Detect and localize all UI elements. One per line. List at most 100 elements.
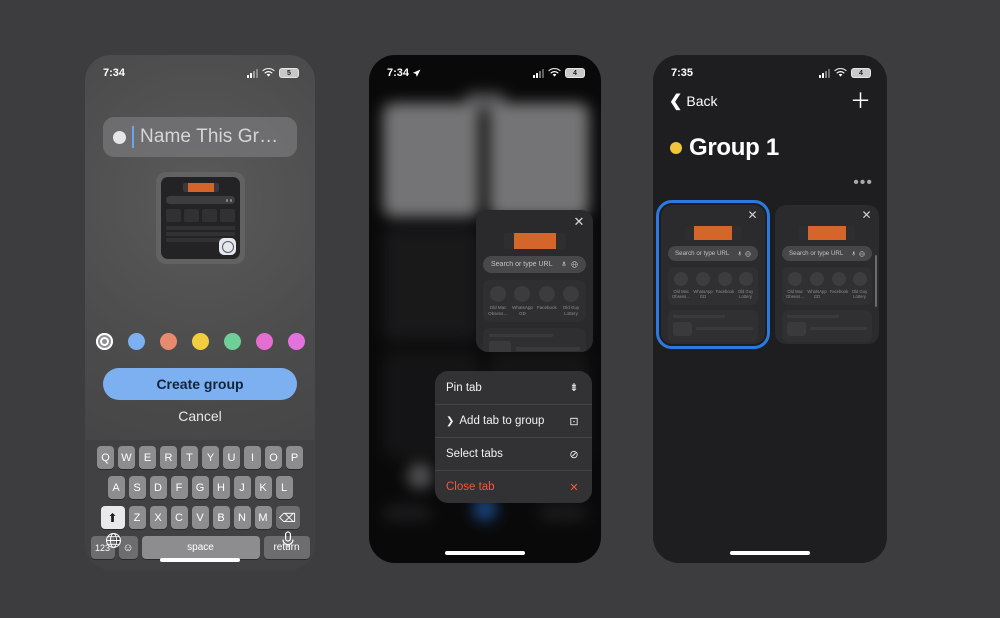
color-swatch-yellow[interactable] [191,333,209,350]
translate-icon [859,250,865,257]
key-t[interactable]: T [181,446,198,469]
microphone-icon [851,250,855,255]
create-group-button[interactable]: Create group [103,368,297,400]
favorite-item[interactable]: Old Mac Obsess… [672,272,690,300]
favorite-item[interactable]: Old Guy Lottery [851,272,868,300]
wifi-icon [548,68,561,77]
color-swatch-blue[interactable] [127,333,145,350]
favorite-label: WhatsApp GD [512,305,533,316]
key-a[interactable]: A [107,476,125,499]
wifi-icon [834,68,847,77]
microphone-icon[interactable] [281,531,295,549]
content-card [483,328,586,352]
focused-tab-preview[interactable]: ✕ Search or type URL Old Mac Obsess… Wha… [476,210,593,352]
key-j[interactable]: J [233,476,251,499]
key-u[interactable]: U [223,446,240,469]
key-l[interactable]: L [275,476,293,499]
key-d[interactable]: D [149,476,167,499]
tab-url-bar[interactable]: Search or type URL [668,246,758,261]
preview-url-bar[interactable]: Search or type URL [483,256,586,273]
status-left: 7:34 [103,67,125,79]
url-placeholder: Search or type URL [675,250,730,257]
favorite-item[interactable]: WhatsApp GD [807,272,827,300]
color-swatch-gray-selected[interactable] [95,333,113,350]
close-icon[interactable]: ✕ [572,215,586,229]
favorite-item[interactable]: Old Guy Lottery [737,272,754,300]
menu-item-label: Add tab to group [459,415,545,427]
keyboard-row-1: Q W E R T Y U I O P [88,446,312,469]
status-time: 7:35 [671,67,694,79]
favorite-item[interactable]: WhatsApp GD [693,272,713,300]
key-p[interactable]: P [286,446,303,469]
site-logo-icon [799,226,855,240]
key-k[interactable]: K [254,476,272,499]
tab-url-bar[interactable]: Search or type URL [782,246,872,261]
favicon [514,286,531,302]
plus-icon[interactable]: ＋ [850,91,871,112]
key-r[interactable]: R [160,446,177,469]
tab-card[interactable]: ✕ Search or type URL Old Mac Obsess… Wha… [775,205,879,344]
color-swatch-salmon[interactable] [159,333,177,350]
battery-indicator: 4 [565,68,585,78]
key-y[interactable]: Y [202,446,219,469]
site-logo-icon [182,183,219,192]
favorite-label: Old Guy Lottery [851,289,868,300]
battery-indicator: 5 [279,68,299,78]
close-icon[interactable]: ✕ [860,209,873,222]
menu-item-select-tabs[interactable]: Select tabs ⊘ [435,437,592,470]
key-i[interactable]: I [244,446,261,469]
phone3-status-bar: 7:35 4 [653,55,887,83]
add-to-group-icon: ⊡ [569,415,579,428]
globe-icon[interactable] [105,532,122,549]
back-button[interactable]: ❮ Back [669,91,718,111]
color-swatch-green[interactable] [223,333,241,350]
group-title-text: Group 1 [689,134,779,161]
site-logo-icon [503,233,566,249]
group-name-input[interactable]: Name This Gr… [103,117,297,157]
key-w[interactable]: W [118,446,135,469]
favorite-item[interactable]: Old Mac Obsess… [488,286,508,316]
favicon [717,272,732,286]
tab-card-active[interactable]: ✕ Search or type URL Old Mac Obsess… Wha… [656,200,770,349]
favorite-item[interactable]: Facebook [537,286,557,316]
page-title: Group 1 [670,134,779,162]
favorite-label: Old Mac Obsess… [786,289,805,300]
status-right: 5 [247,68,299,78]
favorite-label: WhatsApp GD [807,289,827,300]
favorites-card: Old Mac Obsess… WhatsApp GD Facebook Old… [668,267,758,305]
favorite-item[interactable]: Facebook [830,272,848,300]
content-line [489,334,553,338]
wifi-icon [262,68,275,77]
cancel-button[interactable]: Cancel [85,408,315,424]
menu-item-pin-tab[interactable]: Pin tab ⇟ [435,371,592,404]
favorite-item[interactable]: WhatsApp GD [512,286,533,316]
status-left: 7:34 [387,67,421,79]
menu-item-close-tab[interactable]: Close tab ✕ [435,470,592,503]
key-s[interactable]: S [128,476,146,499]
favorite-item[interactable]: Old Guy Lottery [561,286,581,316]
favorites-icon-row: Old Mac Obsess… WhatsApp GD Facebook Old… [786,272,868,300]
site-logo-icon [685,226,741,240]
favicon [490,286,507,302]
key-q[interactable]: Q [97,446,114,469]
scrollbar-indicator[interactable] [875,255,877,307]
key-h[interactable]: H [212,476,230,499]
tab-thumbnail-inner [161,177,240,259]
favicon [831,272,846,286]
key-g[interactable]: G [191,476,209,499]
favorite-item[interactable]: Facebook [716,272,734,300]
ellipsis-icon[interactable]: ••• [853,175,873,191]
color-swatch-magenta[interactable] [255,333,273,350]
key-e[interactable]: E [139,446,156,469]
tab-thumbnail-preview [156,172,245,264]
key-f[interactable]: F [170,476,188,499]
tab-grid: ✕ Search or type URL Old Mac Obsess… Wha… [656,200,879,349]
color-swatch-pink[interactable] [287,333,305,350]
favorite-item[interactable]: Old Mac Obsess… [786,272,804,300]
microphone-icon [562,261,566,267]
content-line [673,314,725,318]
key-o[interactable]: O [265,446,282,469]
menu-item-add-tab-to-group[interactable]: ❯ Add tab to group ⊡ [435,404,592,437]
content-line [787,314,839,318]
close-icon[interactable]: ✕ [746,209,759,222]
